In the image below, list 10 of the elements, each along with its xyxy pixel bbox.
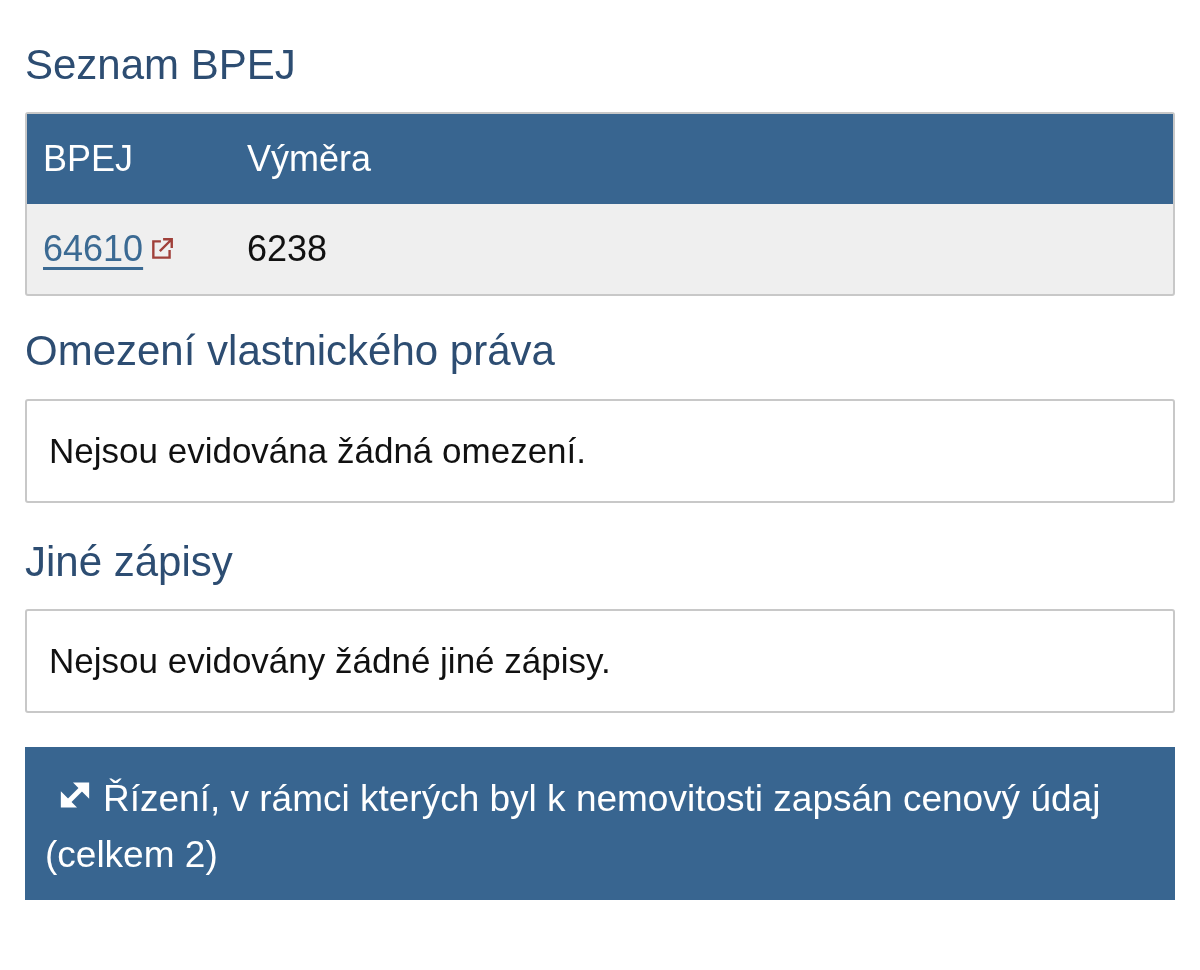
bpej-link[interactable]: 64610: [43, 228, 144, 271]
section-heading: Omezení vlastnického práva: [25, 326, 556, 377]
info-text: Nejsou evidovány žádné jiné zápisy.: [49, 641, 611, 681]
column-header: Výměra: [246, 138, 372, 181]
section-heading: Jiné zápisy: [25, 536, 234, 587]
section-heading: Seznam BPEJ: [25, 40, 297, 90]
info-text: Nejsou evidována žádná omezení.: [49, 430, 586, 470]
column-header: BPEJ: [42, 138, 135, 181]
table-cell-text: 6238: [246, 228, 328, 271]
expandable-header[interactable]: Řízení, v rámci kterých byl k nemovitosti zapsán cenový údaj (celkem 2): [25, 747, 1175, 901]
